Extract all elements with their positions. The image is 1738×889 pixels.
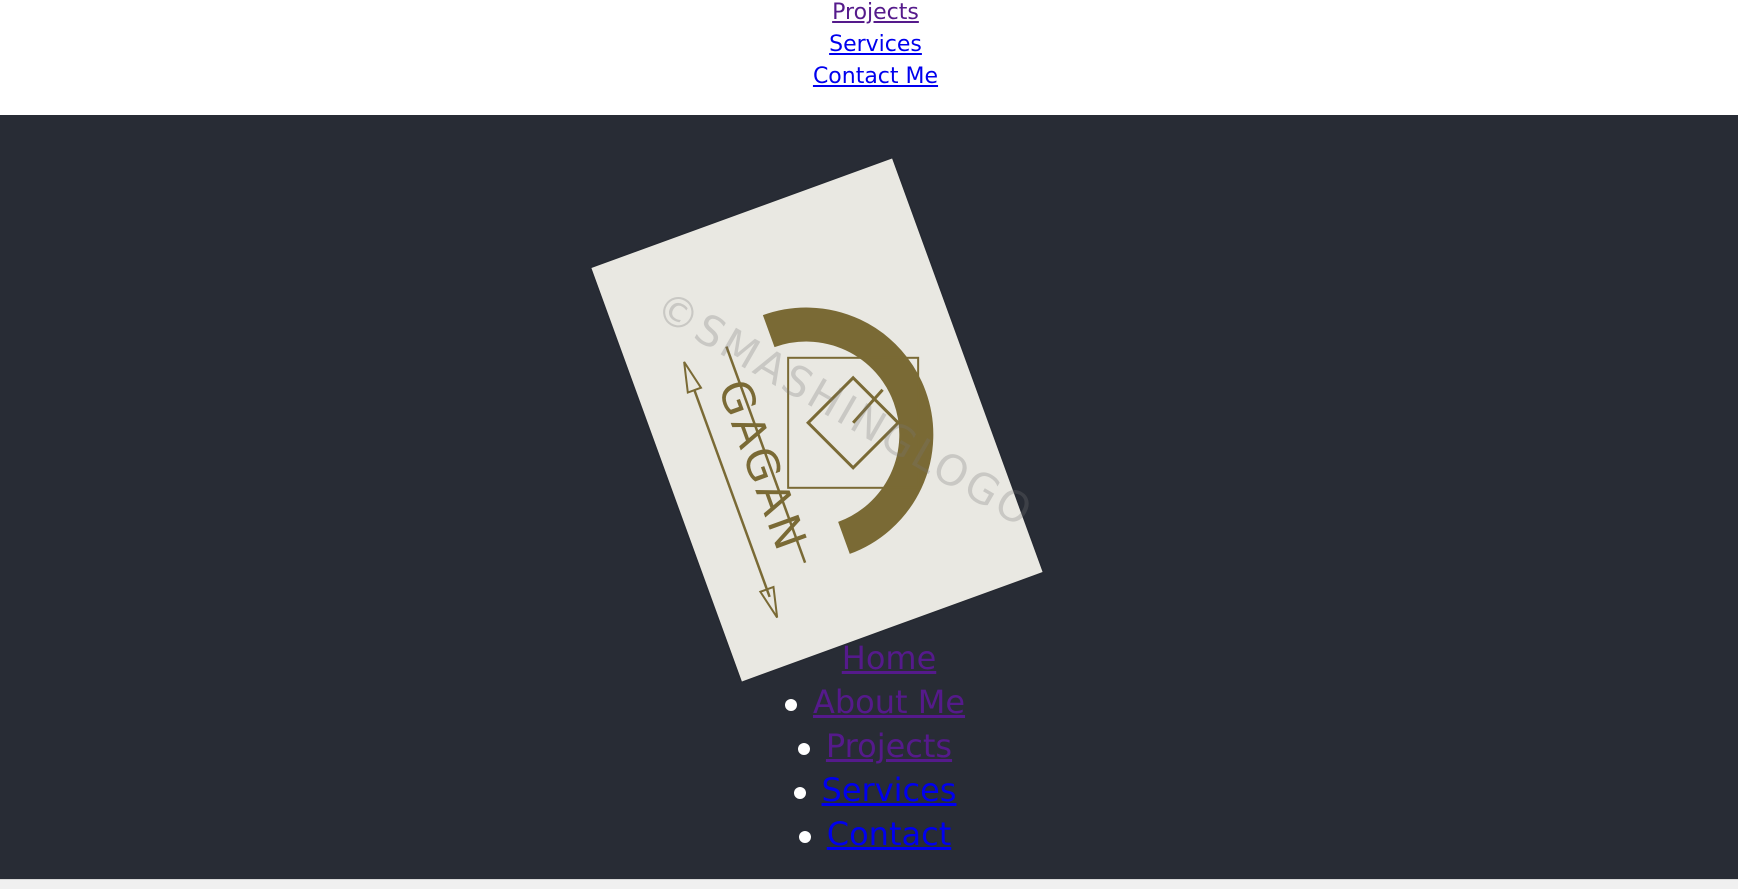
top-navigation: Projects Services Contact Me bbox=[0, 0, 1738, 115]
footer-link-list: Home About Me Projects Services Contact bbox=[0, 636, 1738, 856]
list-item: About Me bbox=[0, 680, 1738, 724]
nav-link-contact-me[interactable]: Contact Me bbox=[0, 61, 1738, 93]
footer: Home About Me Projects Services Contact bbox=[0, 115, 1738, 879]
bullet-icon bbox=[793, 786, 806, 799]
logo-arrow-top bbox=[683, 361, 703, 394]
logo-arrow-bottom bbox=[758, 585, 779, 619]
footer-link-about-me[interactable]: About Me bbox=[813, 683, 965, 721]
footer-link-home[interactable]: Home bbox=[842, 639, 937, 677]
list-item: Contact bbox=[0, 812, 1738, 856]
bullet-icon bbox=[784, 698, 797, 711]
list-item: Services bbox=[0, 768, 1738, 812]
footer-link-projects[interactable]: Projects bbox=[826, 727, 952, 765]
nav-link-projects[interactable]: Projects bbox=[0, 0, 1738, 29]
list-item: Home bbox=[0, 636, 1738, 680]
bullet-icon bbox=[797, 742, 810, 755]
logo-image: GAGAN ©SMASHINGLOGO bbox=[591, 158, 1043, 682]
nav-link-services[interactable]: Services bbox=[0, 29, 1738, 61]
bullet-icon bbox=[798, 830, 811, 843]
footer-link-services[interactable]: Services bbox=[822, 771, 957, 809]
list-item: Projects bbox=[0, 724, 1738, 768]
footer-link-contact[interactable]: Contact bbox=[827, 815, 952, 853]
